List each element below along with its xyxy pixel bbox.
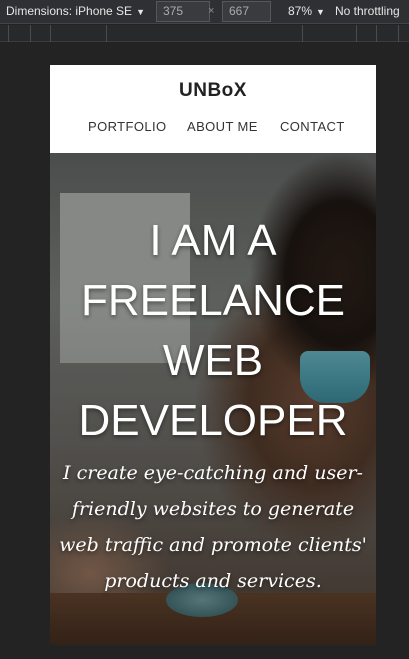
device-viewport: UNBoX PORTFOLIO ABOUT ME CONTACT I AM A …	[50, 65, 376, 645]
hero-title-line: DEVELOPER	[78, 396, 348, 445]
ruler-segment[interactable]	[50, 25, 51, 42]
height-input[interactable]: 667	[222, 1, 271, 22]
hero-title: I AM A FREELANCE WEB DEVELOPER	[50, 211, 376, 451]
hero-section: I AM A FREELANCE WEB DEVELOPER I create …	[50, 153, 376, 645]
nav-link-portfolio[interactable]: PORTFOLIO	[88, 119, 166, 134]
ruler-segment[interactable]	[30, 25, 31, 42]
device-toolbar: Dimensions: iPhone SE ▼ 375 × 667 87% ▼ No…	[0, 0, 409, 24]
device-dimensions-select[interactable]: Dimensions: iPhone SE ▼	[6, 4, 145, 18]
hero-title-line: FREELANCE	[80, 276, 346, 325]
nav-link-about-me[interactable]: ABOUT ME	[187, 119, 258, 134]
nav-link-contact[interactable]: CONTACT	[280, 119, 345, 134]
zoom-select[interactable]: 87% ▼	[288, 4, 325, 18]
hero-subtitle: I create eye-catching and user-friendly …	[59, 462, 367, 592]
throttling-select[interactable]: No throttling	[335, 4, 400, 18]
hero-title-line: WEB	[162, 336, 264, 385]
ruler-segment[interactable]	[376, 25, 377, 42]
caret-down-icon: ▼	[136, 7, 145, 17]
dimension-separator: ×	[208, 5, 215, 17]
caret-down-icon: ▼	[316, 7, 325, 17]
ruler-segment[interactable]	[106, 25, 107, 42]
ruler-segment[interactable]	[356, 25, 357, 42]
hero-title-line: I AM A	[149, 216, 277, 265]
width-input[interactable]: 375	[156, 1, 210, 22]
site-logo[interactable]: UNBoX	[50, 80, 376, 102]
ruler-segment[interactable]	[398, 25, 399, 42]
ruler-segment[interactable]	[8, 25, 9, 42]
ruler-segment[interactable]	[302, 25, 303, 42]
media-query-ruler[interactable]	[0, 25, 409, 42]
zoom-label: 87%	[288, 4, 313, 18]
site-header: UNBoX PORTFOLIO ABOUT ME CONTACT	[50, 65, 376, 153]
dimensions-label: Dimensions: iPhone SE	[6, 4, 133, 18]
main-nav: PORTFOLIO ABOUT ME CONTACT	[50, 119, 376, 139]
